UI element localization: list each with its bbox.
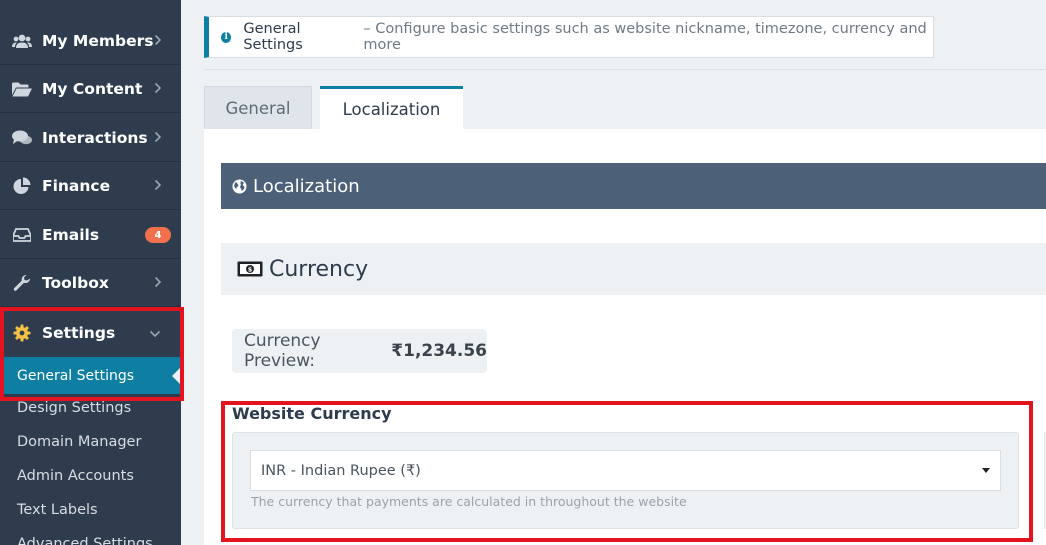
section-title: Localization: [253, 175, 360, 197]
sidebar-subitem-label: General Settings: [17, 367, 135, 384]
currency-preview-value: ₹1,234.56: [391, 341, 487, 361]
sidebar-item-label: Toolbox: [42, 274, 109, 292]
sidebar-subitem-domain-manager[interactable]: Domain Manager: [17, 434, 141, 450]
sidebar-subitem-admin-accounts[interactable]: Admin Accounts: [17, 468, 134, 484]
chevron-down-icon: [149, 324, 161, 342]
sidebar-item-my-content[interactable]: My Content: [0, 66, 181, 113]
website-currency-label: Website Currency: [232, 404, 392, 423]
inbox-icon: [12, 225, 32, 245]
sidebar-subitem-general-settings[interactable]: General Settings: [0, 357, 181, 394]
subsection-title: Currency: [269, 256, 369, 282]
sidebar-item-toolbox[interactable]: Toolbox: [0, 260, 181, 307]
globe-icon: [232, 179, 247, 194]
svg-text:$: $: [248, 266, 253, 274]
currency-preview: Currency Preview: ₹1,234.56: [232, 329, 487, 373]
sidebar-item-finance[interactable]: Finance: [0, 163, 181, 210]
settings-group: Settings General Settings: [0, 309, 181, 401]
tab-general[interactable]: General: [204, 86, 312, 129]
sidebar: My Members My Content Interactions Finan…: [0, 0, 184, 545]
website-currency-help: The currency that payments are calculate…: [251, 494, 687, 509]
sidebar-item-label: Interactions: [42, 129, 148, 147]
pie-chart-icon: [12, 176, 32, 196]
sidebar-item-label: Settings: [42, 324, 116, 342]
sidebar-item-label: Emails: [42, 226, 100, 244]
users-icon: [12, 31, 32, 51]
gear-icon: [12, 323, 32, 343]
sidebar-item-interactions[interactable]: Interactions: [0, 115, 181, 162]
comments-icon: [12, 128, 32, 148]
caret-down-icon: [982, 468, 990, 473]
folder-open-icon: [12, 79, 32, 99]
banner-title: General Settings: [243, 21, 303, 53]
currency-preview-label: Currency Preview:: [244, 331, 321, 371]
website-currency-select[interactable]: INR - Indian Rupee (₹): [250, 450, 1001, 491]
sidebar-item-settings[interactable]: Settings: [0, 309, 181, 357]
wrench-icon: [12, 273, 32, 293]
chevron-right-icon: [154, 177, 162, 195]
sidebar-subitem-text-labels[interactable]: Text Labels: [17, 502, 98, 518]
sidebar-item-emails[interactable]: Emails 4: [0, 212, 181, 259]
info-icon: i: [221, 31, 232, 43]
sidebar-item-label: My Members: [42, 32, 154, 50]
section-header-localization: Localization: [221, 163, 1046, 209]
chevron-right-icon: [154, 274, 162, 292]
money-bill-icon: $: [237, 261, 263, 277]
subsection-header-currency: $ Currency: [221, 243, 1046, 295]
sidebar-subitem-design-settings[interactable]: Design Settings: [17, 400, 131, 416]
sidebar-item-my-members[interactable]: My Members: [0, 18, 181, 65]
sidebar-subitem-advanced-settings[interactable]: Advanced Settings: [17, 536, 153, 545]
sidebar-item-label: Finance: [42, 177, 111, 195]
active-indicator-arrow: [172, 367, 181, 385]
chevron-right-icon: [154, 129, 162, 147]
chevron-right-icon: [154, 32, 162, 50]
website-currency-selected: INR - Indian Rupee (₹): [261, 462, 421, 479]
tab-localization[interactable]: Localization: [320, 86, 463, 129]
divider: [204, 69, 1046, 70]
banner-description: – Configure basic settings such as websi…: [363, 21, 927, 53]
chevron-right-icon: [154, 80, 162, 98]
info-banner: i General Settings – Configure basic set…: [204, 16, 934, 58]
sidebar-item-label: My Content: [42, 80, 143, 98]
email-count-badge: 4: [145, 227, 171, 243]
